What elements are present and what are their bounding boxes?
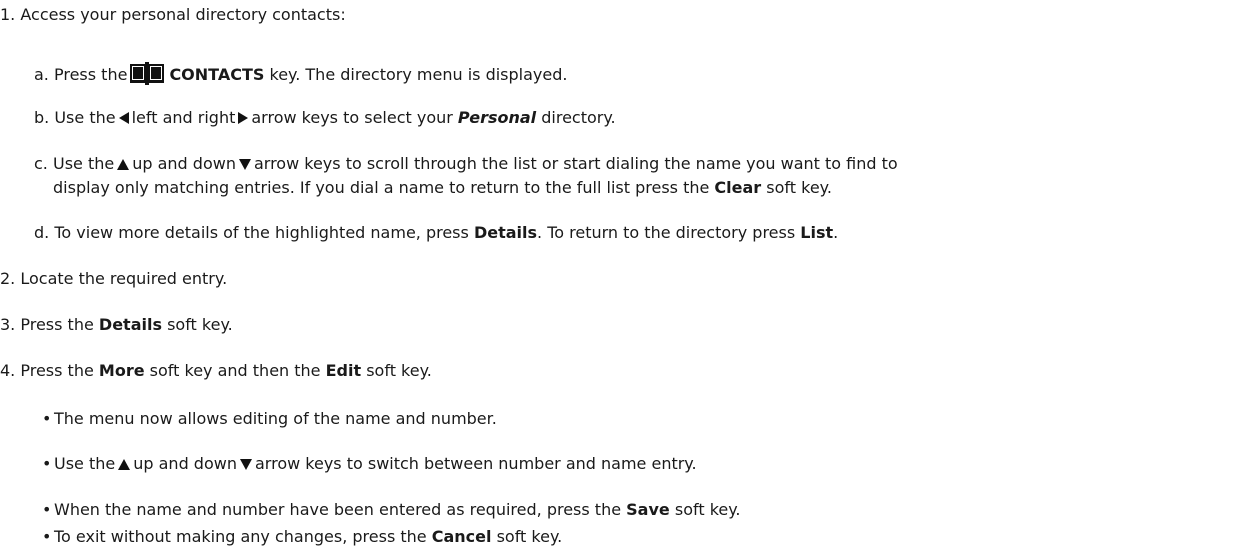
down-arrow-icon xyxy=(238,155,252,177)
substep-a-text-2: key. The directory menu is displayed. xyxy=(269,65,568,84)
bullet-3: • When the name and number have been ente… xyxy=(42,499,741,521)
contacts-book-icon xyxy=(129,61,165,91)
bullet-4-text-1: To exit without making any changes, pres… xyxy=(54,527,427,546)
bullet-1: • The menu now allows editing of the name… xyxy=(42,408,497,430)
details-key-label: Details xyxy=(473,223,538,242)
step-3: 3. Press the Details soft key. xyxy=(0,314,233,336)
bullet-3-text-1: When the name and number have been enter… xyxy=(54,500,622,519)
step-4-text-1: 4. Press the xyxy=(0,361,94,380)
substep-b-text-1: Use the xyxy=(54,108,116,127)
contacts-key-label: CONTACTS xyxy=(169,65,265,84)
substep-a: a. Press the CONTACTS key. The directory … xyxy=(34,61,567,91)
bullet-2-text-2: up and down xyxy=(133,454,237,473)
cancel-key-label: Cancel xyxy=(431,527,492,546)
up-arrow-icon xyxy=(116,155,130,177)
substep-d-text-3: . xyxy=(833,223,839,242)
substep-c-number: c. xyxy=(34,154,48,173)
substep-d-number: d. xyxy=(34,223,50,242)
details-key-label-2: Details xyxy=(98,315,162,334)
bullet-dot: • xyxy=(42,527,52,546)
step-4-text-3: soft key. xyxy=(366,361,432,380)
bullet-2-text-3: arrow keys to switch between number and … xyxy=(254,454,697,473)
step-4: 4. Press the More soft key and then the … xyxy=(0,360,432,382)
substep-c-text-2: up and down xyxy=(132,154,236,173)
step-3-text-1: 3. Press the xyxy=(0,315,94,334)
substep-a-text-1: Press the xyxy=(53,65,128,84)
left-arrow-icon xyxy=(118,109,130,131)
step-1: 1. Access your personal directory contac… xyxy=(0,4,346,26)
substep-a-number: a. xyxy=(34,65,49,84)
edit-key-label: Edit xyxy=(325,361,362,380)
save-key-label: Save xyxy=(626,500,670,519)
right-arrow-icon xyxy=(237,109,249,131)
bullet-dot: • xyxy=(42,454,52,473)
step-2: 2. Locate the required entry. xyxy=(0,268,227,290)
step-4-text-2: soft key and then the xyxy=(149,361,321,380)
substep-b: b. Use the left and right arrow keys to se… xyxy=(34,107,616,131)
up-arrow-icon xyxy=(117,455,131,477)
bullet-2-text-1: Use the xyxy=(54,454,116,473)
substep-d-text-2: . To return to the directory press xyxy=(537,223,796,242)
bullet-dot: • xyxy=(42,500,52,519)
substep-c-text-3: arrow keys to scroll through the list or… xyxy=(253,154,898,173)
substep-c: c. Use the up and down arrow keys to scrol… xyxy=(34,153,898,177)
bullet-4: • To exit without making any changes, pre… xyxy=(42,526,562,548)
substep-c-continued: display only matching entries. If you di… xyxy=(53,177,832,199)
substep-c-text-4: display only matching entries. If you di… xyxy=(53,178,710,197)
more-key-label: More xyxy=(98,361,145,380)
substep-d-text-1: To view more details of the highlighted … xyxy=(54,223,469,242)
step-3-text-2: soft key. xyxy=(167,315,233,334)
bullet-dot: • xyxy=(42,409,52,428)
step-2-text: 2. Locate the required entry. xyxy=(0,269,228,288)
substep-b-text-4: directory. xyxy=(541,108,616,127)
clear-key-label: Clear xyxy=(714,178,762,197)
substep-b-text-2: left and right xyxy=(131,108,236,127)
step-1-text: 1. Access your personal directory contac… xyxy=(0,5,346,24)
bullet-2: • Use the up and down arrow keys to switch … xyxy=(42,453,697,477)
substep-c-text-1: Use the xyxy=(52,154,115,173)
down-arrow-icon xyxy=(239,455,253,477)
substep-b-number: b. xyxy=(34,108,50,127)
personal-directory-label: Personal xyxy=(457,108,537,127)
substep-b-text-3: arrow keys to select your xyxy=(251,108,453,127)
list-key-label: List xyxy=(800,223,834,242)
substep-d: d. To view more details of the highlight… xyxy=(34,222,838,244)
bullet-3-text-2: soft key. xyxy=(674,500,741,519)
bullet-1-text: The menu now allows editing of the name … xyxy=(54,409,497,428)
bullet-4-text-2: soft key. xyxy=(496,527,563,546)
substep-c-text-5: soft key. xyxy=(766,178,832,197)
